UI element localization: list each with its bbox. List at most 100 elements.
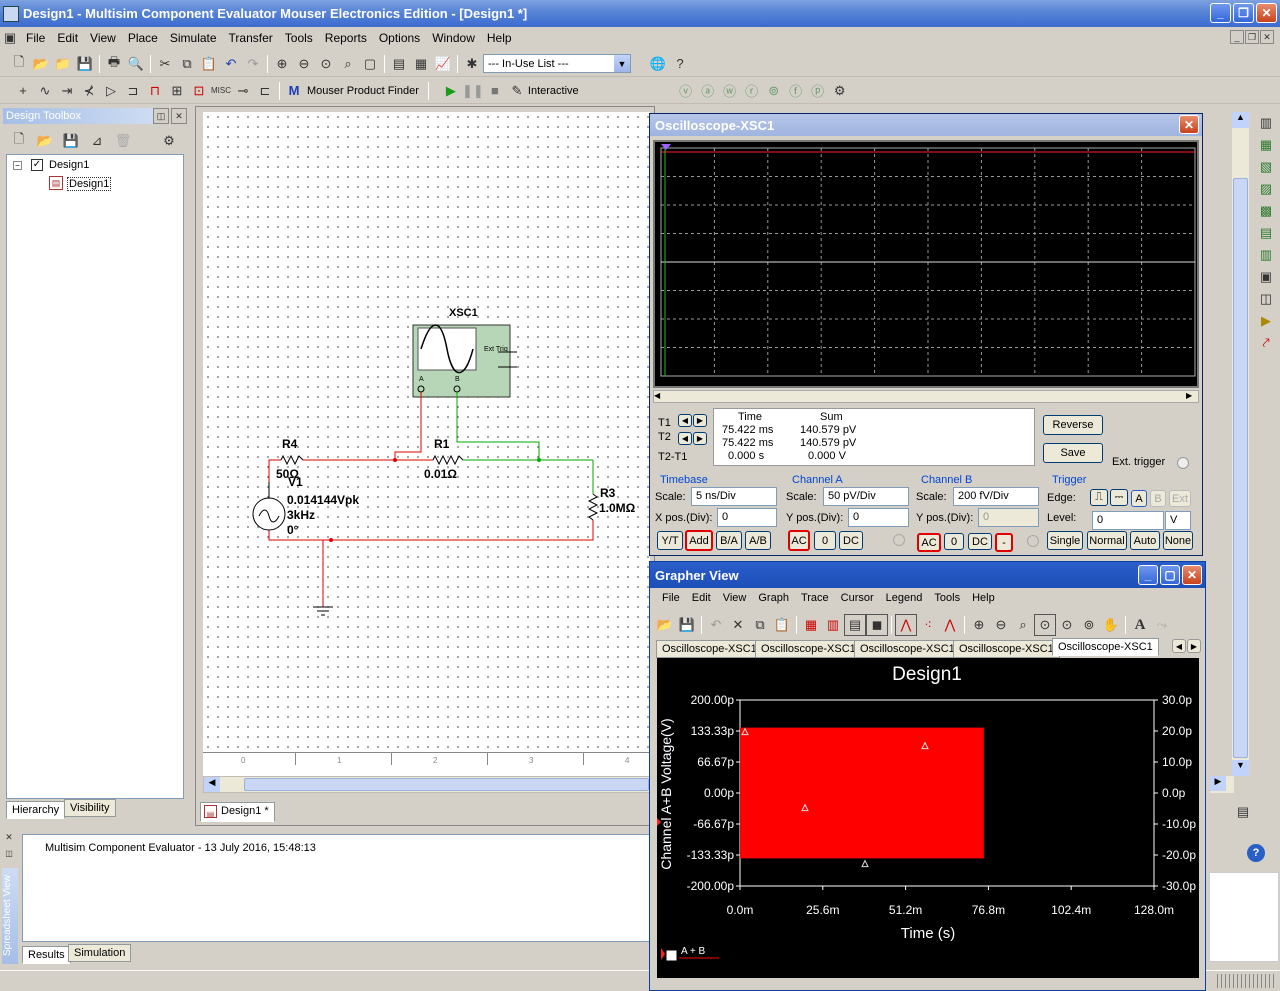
place-indicator-icon[interactable]: ⊡	[188, 80, 210, 102]
menu-reports[interactable]: Reports	[319, 31, 373, 45]
open-folder-icon[interactable]: 📂	[30, 53, 52, 75]
design-checkbox[interactable]: ✓	[31, 159, 43, 171]
oscilloscope-display[interactable]	[653, 140, 1199, 388]
t2-right-arrow-icon[interactable]: ▶	[693, 432, 707, 445]
trigger-level-unit[interactable]: V	[1165, 511, 1191, 530]
ab-button[interactable]: A/B	[745, 531, 771, 550]
iv-analyzer-icon[interactable]: ▣	[1255, 266, 1277, 288]
tab-hierarchy[interactable]: Hierarchy	[6, 801, 66, 819]
probe-dual-icon[interactable]: ⊚	[763, 80, 785, 102]
menu-window[interactable]: Window	[426, 31, 481, 45]
interactive-icon[interactable]: ✎	[506, 80, 528, 102]
tree-child-label[interactable]: Design1	[67, 177, 112, 191]
channel-a-zero-button[interactable]: 0	[814, 531, 836, 550]
trigger-a-button[interactable]: A	[1131, 490, 1147, 507]
schematic-workspace[interactable]: XSC1 Ext Trig A B R4 50Ω R1 0.01Ω R3 1.0…	[203, 112, 650, 752]
cursor-marker-icon[interactable]	[661, 144, 671, 150]
menu-transfer[interactable]: Transfer	[223, 31, 279, 45]
channel-a-dc-button[interactable]: DC	[839, 531, 863, 550]
channel-b-dc-button[interactable]: DC	[968, 533, 992, 550]
paste-icon[interactable]: 📋	[198, 53, 220, 75]
tab-scroll-left-icon[interactable]: ◀	[1172, 639, 1186, 653]
scroll-right-icon[interactable]: ▶	[1186, 391, 1198, 402]
menu-options[interactable]: Options	[373, 31, 426, 45]
falling-edge-icon[interactable]: ⎓	[1110, 489, 1128, 506]
place-rf-icon[interactable]: ⊸	[232, 80, 254, 102]
zoom-full-icon[interactable]: ⊚	[1078, 614, 1100, 636]
grapher-menu-edit[interactable]: Edit	[686, 592, 717, 604]
mouser-icon[interactable]: M	[283, 80, 305, 102]
save-icon[interactable]: 💾	[74, 53, 96, 75]
run-icon[interactable]: ▶	[440, 80, 462, 102]
place-diode-icon[interactable]: ⇥	[56, 80, 78, 102]
multisim-app-icon[interactable]	[3, 5, 19, 22]
place-misc-icon[interactable]: MISC	[210, 80, 232, 102]
scroll-right-icon[interactable]: ▶	[1210, 776, 1226, 791]
t2-left-arrow-icon[interactable]: ◀	[678, 432, 692, 445]
cut-icon[interactable]: ✂	[154, 53, 176, 75]
place-electromech-icon[interactable]: ⊏	[254, 80, 276, 102]
probe-f-icon[interactable]: ⓕ	[785, 80, 807, 102]
probe-p-icon[interactable]: ⓟ	[807, 80, 829, 102]
place-basic-icon[interactable]: ∿	[34, 80, 56, 102]
probe-a-icon[interactable]: ⓐ	[697, 80, 719, 102]
ext-trigger-terminal[interactable]	[1177, 457, 1189, 469]
close-icon[interactable]: ✕	[171, 108, 187, 124]
resistor-r4[interactable]	[280, 454, 304, 466]
grapher-tab[interactable]: Oscilloscope-XSC1	[854, 640, 961, 658]
grid-minor-icon[interactable]: ▥	[822, 614, 844, 636]
document-icon[interactable]: ▣	[0, 27, 20, 49]
place-cmos-icon[interactable]: ⊓	[144, 80, 166, 102]
new-file-icon[interactable]: 🗋	[8, 53, 30, 75]
timebase-xpos-input[interactable]: 0	[717, 508, 777, 527]
trigger-b-button[interactable]: B	[1150, 490, 1166, 507]
print-icon[interactable]: 🖶	[103, 53, 125, 75]
undo-icon[interactable]: ↶	[220, 53, 242, 75]
component-wizard-icon[interactable]: ✱	[461, 53, 483, 75]
oscilloscope-close-button[interactable]: ✕	[1179, 115, 1199, 134]
globe-icon[interactable]: 🌐	[647, 53, 669, 75]
reverse-button[interactable]: Reverse	[1043, 415, 1103, 435]
vertical-scroll-thumb[interactable]	[1233, 178, 1248, 758]
scope-horizontal-scrollbar[interactable]: ◀ ▶	[653, 390, 1199, 403]
rising-edge-icon[interactable]: ⎍	[1090, 489, 1108, 506]
cursor-trace-icon[interactable]: ⋀	[895, 614, 917, 636]
black-background-icon[interactable]: ◼	[866, 614, 888, 636]
chevron-down-icon[interactable]: ▼	[614, 55, 630, 72]
design-toolbox-icon[interactable]: ▤	[388, 53, 410, 75]
zoom-area-icon[interactable]: ⊙	[315, 53, 337, 75]
help-question-icon[interactable]: ?	[669, 53, 691, 75]
cursor-dots-icon[interactable]: ⁖	[917, 614, 939, 636]
measurement-probe-icon[interactable]: ⤤	[1255, 332, 1277, 354]
channel-b-radio[interactable]	[1027, 535, 1039, 547]
tektronix-icon[interactable]: ◫	[1255, 288, 1277, 310]
export-icon[interactable]: ⤳	[1151, 614, 1173, 636]
scroll-down-icon[interactable]: ▼	[1232, 760, 1249, 776]
pan-hand-icon[interactable]: ✋	[1100, 614, 1122, 636]
menu-tools[interactable]: Tools	[279, 31, 319, 45]
grapher-tab[interactable]: Oscilloscope-XSC1	[1052, 638, 1159, 656]
legend-icon[interactable]: ▤	[844, 614, 866, 636]
text-icon[interactable]: A	[1129, 614, 1151, 636]
mdi-close-button[interactable]: ✕	[1260, 30, 1274, 44]
place-transistor-icon[interactable]: ⊀	[78, 80, 100, 102]
probe-v-icon[interactable]: ⓥ	[675, 80, 697, 102]
function-generator-icon[interactable]: ▦	[1255, 134, 1277, 156]
probe-tool-icon[interactable]: ▶	[1255, 310, 1277, 332]
grapher-close-button[interactable]: ✕	[1182, 565, 1202, 585]
grapher-menu-cursor[interactable]: Cursor	[835, 592, 880, 604]
close-icon[interactable]: ✕	[2, 830, 16, 844]
open-sample-icon[interactable]: 📁	[52, 53, 74, 75]
grapher-minimize-button[interactable]: _	[1138, 565, 1158, 585]
trigger-level-input[interactable]: 0	[1092, 511, 1164, 530]
t1-left-arrow-icon[interactable]: ◀	[678, 414, 692, 427]
channel-a-ypos-input[interactable]: 0	[848, 508, 909, 527]
horizontal-scrollbar[interactable]: ◀	[203, 776, 650, 793]
channel-a-scale-input[interactable]: 50 pV/Div	[823, 487, 909, 506]
grapher-menu-trace[interactable]: Trace	[795, 592, 835, 604]
resistor-r1[interactable]	[432, 454, 464, 466]
menu-view[interactable]: View	[84, 31, 122, 45]
zoom-x-icon[interactable]: ⊙	[1034, 614, 1056, 636]
settings-sheet-icon[interactable]: ⚙	[158, 130, 180, 152]
new-subcircuit-icon[interactable]: ⊿	[86, 130, 108, 152]
